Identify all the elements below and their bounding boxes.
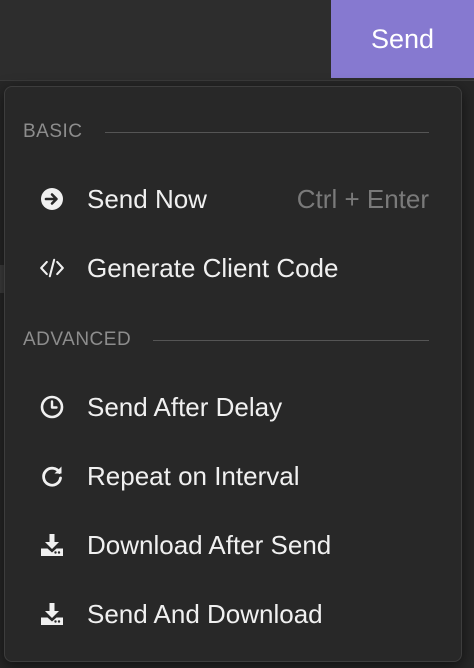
section-divider bbox=[104, 131, 429, 133]
menu-item-repeat-on-interval[interactable]: Repeat on Interval bbox=[23, 448, 429, 504]
download-icon bbox=[39, 601, 65, 627]
section-header-advanced: ADVANCED bbox=[23, 329, 429, 351]
section-header-basic: BASIC bbox=[23, 121, 429, 143]
menu-item-label: Send Now bbox=[87, 183, 207, 214]
menu-item-label: Send And Download bbox=[87, 598, 323, 629]
app-window: Send BASIC Send Now Ctrl + Enter Generat… bbox=[0, 0, 474, 668]
menu-item-generate-client-code[interactable]: Generate Client Code bbox=[23, 240, 429, 296]
code-icon bbox=[39, 255, 65, 281]
clock-icon bbox=[39, 394, 65, 420]
send-options-menu: BASIC Send Now Ctrl + Enter Generate Cli… bbox=[4, 86, 462, 662]
menu-item-label: Generate Client Code bbox=[87, 252, 339, 283]
section-divider bbox=[153, 339, 429, 341]
menu-item-send-after-delay[interactable]: Send After Delay bbox=[23, 379, 429, 435]
arrow-right-circle-icon bbox=[39, 186, 65, 212]
menu-item-send-and-download[interactable]: Send And Download bbox=[23, 586, 429, 642]
keyboard-shortcut: Ctrl + Enter bbox=[296, 183, 429, 214]
section-label-basic: BASIC bbox=[23, 121, 83, 142]
request-toolbar: Send bbox=[0, 0, 474, 81]
menu-item-label: Repeat on Interval bbox=[87, 460, 300, 491]
repeat-icon bbox=[39, 463, 65, 489]
menu-item-label: Download After Send bbox=[87, 529, 332, 560]
section-label-advanced: ADVANCED bbox=[23, 329, 132, 350]
menu-item-download-after-send[interactable]: Download After Send bbox=[23, 517, 429, 573]
download-icon bbox=[39, 532, 65, 558]
send-button[interactable]: Send bbox=[331, 0, 474, 78]
menu-item-label: Send After Delay bbox=[87, 391, 283, 422]
menu-item-send-now[interactable]: Send Now Ctrl + Enter bbox=[23, 171, 429, 227]
